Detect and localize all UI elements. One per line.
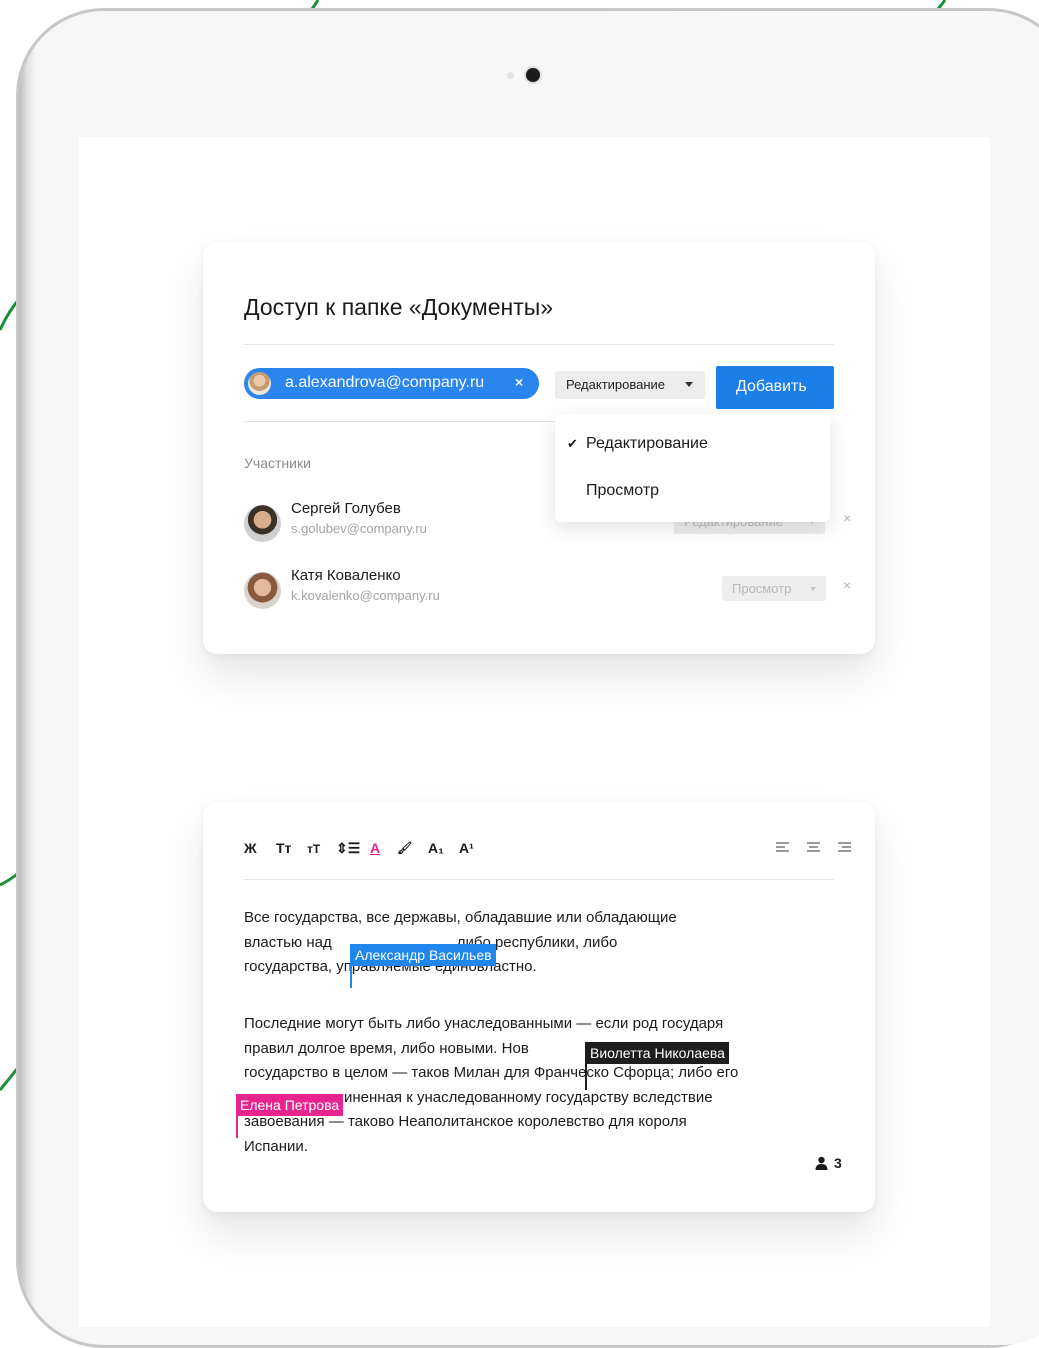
highlight-button[interactable]: 🖌 <box>397 841 412 855</box>
remove-member-icon[interactable]: × <box>843 577 851 593</box>
add-button-label: Добавить <box>736 378 807 395</box>
title-divider <box>244 344 834 345</box>
role-option-edit[interactable]: ✔ Редактирование <box>567 435 708 453</box>
collaborative-editor: Ж Tт тT ⇕☰ A 🖌 A₁ A¹ Все государства, вс… <box>203 802 875 1212</box>
role-dropdown-menu: ✔ Редактирование Просмотр <box>555 414 830 522</box>
role-select[interactable]: Редактирование <box>555 371 705 399</box>
collaborator-cursor-label: Елена Петрова <box>236 1094 344 1116</box>
role-option-label: Просмотр <box>586 482 660 499</box>
collaborator-cursor-label: Александр Васильев <box>351 944 496 966</box>
avatar <box>244 572 281 609</box>
collaborator-cursor-label: Виолетта Николаева <box>586 1042 729 1064</box>
bold-button[interactable]: Ж <box>244 840 257 856</box>
role-option-view[interactable]: Просмотр <box>567 482 659 500</box>
toolbar-divider <box>244 879 834 880</box>
member-email: k.kovalenko@company.ru <box>291 588 440 603</box>
invite-email-chip[interactable]: a.alexandrova@company.ru × <box>244 368 539 399</box>
text-color-button[interactable]: A <box>370 840 380 856</box>
tablet-screen: Доступ к папке «Документы» a.alexandrova… <box>79 137 990 1327</box>
chevron-down-icon <box>810 587 816 591</box>
chevron-down-icon <box>685 382 693 387</box>
member-permission-value: Просмотр <box>732 581 792 596</box>
check-icon: ✔ <box>567 436 578 451</box>
chip-email: a.alexandrova@company.ru <box>285 374 485 391</box>
role-option-label: Редактирование <box>586 435 708 452</box>
line-spacing-button[interactable]: ⇕☰ <box>336 840 360 857</box>
text-size-up-button[interactable]: тT <box>307 842 320 856</box>
avatar <box>244 505 281 542</box>
user-icon <box>815 1156 828 1170</box>
member-name: Катя Коваленко <box>291 567 401 584</box>
align-center-icon[interactable] <box>807 842 820 854</box>
participants-label: Участники <box>244 455 311 471</box>
role-select-value: Редактирование <box>566 377 666 392</box>
dialog-title: Доступ к папке «Документы» <box>244 294 554 320</box>
superscript-button[interactable]: A¹ <box>459 840 474 856</box>
camera-lens <box>526 68 540 82</box>
subscript-button[interactable]: A₁ <box>428 840 444 856</box>
text-size-down-button[interactable]: Tт <box>276 840 291 856</box>
chip-remove-icon[interactable]: × <box>515 374 523 390</box>
document-paragraph[interactable]: Последние могут быть либо унаследованным… <box>244 1012 844 1159</box>
member-email: s.golubev@company.ru <box>291 521 427 536</box>
document-paragraph[interactable]: Все государства, все державы, обладавшие… <box>244 906 844 980</box>
share-dialog: Доступ к папке «Документы» a.alexandrova… <box>203 242 875 654</box>
avatar <box>248 372 271 395</box>
member-name: Сергей Голубев <box>291 500 401 517</box>
align-right-icon[interactable] <box>838 842 851 854</box>
sensor-dot <box>507 72 514 79</box>
remove-member-icon[interactable]: × <box>843 510 851 526</box>
add-button[interactable]: Добавить <box>716 366 834 409</box>
invite-divider <box>244 421 564 422</box>
align-left-icon[interactable] <box>776 842 789 854</box>
collaborators-counter[interactable]: 3 <box>815 1155 842 1171</box>
member-permission-select[interactable]: Просмотр <box>722 576 826 601</box>
collaborators-count: 3 <box>834 1155 842 1171</box>
